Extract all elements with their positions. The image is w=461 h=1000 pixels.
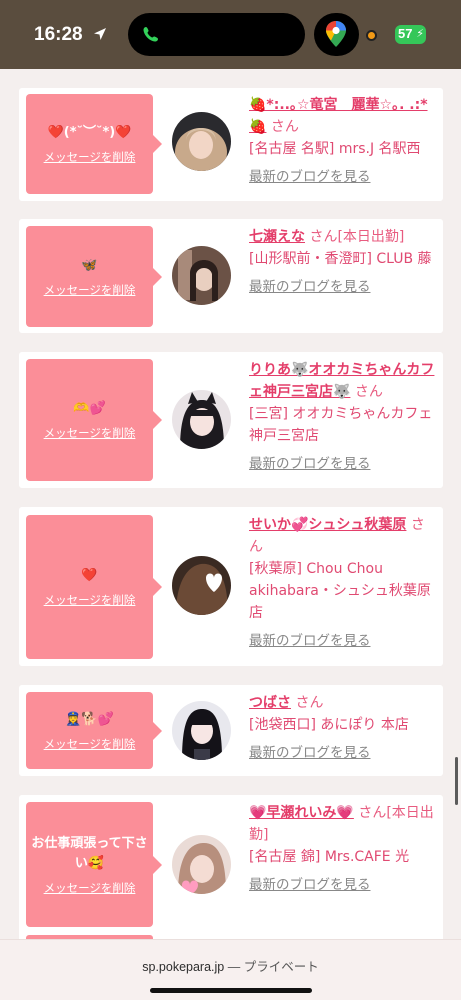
delete-message-link[interactable]: メッセージを削除 [44,282,136,298]
avatar[interactable] [172,701,231,760]
shop-name: [秋葉原] Chou Chou akihabara・シュシュ秋葉原店 [249,561,431,621]
cast-name-link[interactable]: つばさ [249,695,291,711]
delete-message-link[interactable]: メッセージを削除 [44,736,136,752]
cast-info: 七瀬えな さん[本日出勤] [山形駅前・香澄町] CLUB 藤 最新のブログを見… [249,226,435,298]
latest-blog-link[interactable]: 最新のブログを見る [249,276,435,298]
cast-info: 💗早瀬れいみ💗 さん[本日出勤] [名古屋 錦] Mrs.CAFE 光 最新のブ… [249,802,435,896]
recording-indicator [366,30,377,41]
cast-honorific: さん [295,695,324,711]
message-text: 🦋 [81,257,98,273]
cast-info: せいか💞シュシュ秋葉原 さん [秋葉原] Chou Chou akihabara… [249,514,435,652]
message-text: 🫶💕 [73,401,106,416]
home-indicator[interactable] [150,988,312,993]
message-card: ❤️ メッセージを削除 せいか💞シュシュ秋葉原 さん [秋葉原] Chou Ch… [19,507,443,666]
browser-address-bar[interactable]: sp.pokepara.jp — プライベート [0,939,461,1000]
shop-name: [池袋西口] あにぽり 本店 [249,717,409,733]
message-bubble: 👮‍♀️🐕💕 メッセージを削除 [26,692,162,769]
message-bubble: 🦋 メッセージを削除 [26,226,162,327]
cast-name-link[interactable]: せいか💞シュシュ秋葉原 [249,517,406,533]
url-separator: — [224,960,244,974]
avatar[interactable] [172,246,231,305]
address-bar-text[interactable]: sp.pokepara.jp — プライベート [0,956,461,975]
scrollbar[interactable] [455,757,458,805]
avatar[interactable] [172,390,231,449]
message-text: ❤️(*˘︶˘*)❤️ [47,125,132,140]
status-bar: 16:28 57 ⚡ [0,0,461,69]
message-card: 🦋 メッセージを削除 七瀬えな さん[本日出勤] [山形駅前・香澄町] CLUB… [19,219,443,333]
cast-info: りりあ🐺オオカミちゃんカフェ神戸三宮店🐺 さん [三宮] オオカミちゃんカフェ神… [249,359,435,475]
favorites-message-list[interactable]: ❤️(*˘︶˘*)❤️ メッセージを削除 🍓*:..｡☆竜宮 麗華☆｡. .:*… [0,69,461,939]
battery-level: 57 [398,26,413,41]
message-card: お仕事頑張って下さい🥰 メッセージを削除 💗早瀬れいみ💗 さん[本日出勤] [名… [19,795,443,934]
message-card: ❤️(*˘︶˘*)❤️ メッセージを削除 🍓*:..｡☆竜宮 麗華☆｡. .:*… [19,88,443,201]
message-text: 👮‍♀️🐕💕 [65,711,114,727]
message-text: お仕事頑張って下さい🥰 [31,835,148,871]
latest-blog-link[interactable]: 最新のブログを見る [249,874,435,896]
cast-name-link[interactable]: 七瀬えな [249,229,305,245]
shop-name: [名古屋 名駅] mrs.J 名駅西 [249,141,421,157]
message-bubble: ❤️ メッセージを削除 [26,515,162,659]
latest-blog-link[interactable]: 最新のブログを見る [249,453,435,475]
message-bubble: 🫶💕 メッセージを削除 [26,359,162,481]
url-text: sp.pokepara.jp [142,960,225,974]
cast-info: 🍓*:..｡☆竜宮 麗華☆｡. .:* 🍓 さん [名古屋 名駅] mrs.J … [249,94,435,188]
message-bubble: お仕事頑張って下さい🥰 メッセージを削除 [26,802,162,927]
cast-name-link[interactable]: 💗早瀬れいみ💗 [249,805,354,821]
message-card: 🫶💕 メッセージを削除 りりあ🐺オオカミちゃんカフェ神戸三宮店🐺 さん [三宮]… [19,352,443,488]
charging-bolt-icon: ⚡ [416,27,424,40]
latest-blog-link[interactable]: 最新のブログを見る [249,630,435,652]
latest-blog-link[interactable]: 最新のブログを見る [249,742,435,764]
cast-info: つばさ さん [池袋西口] あにぽり 本店 最新のブログを見る [249,692,435,764]
battery-indicator: 57 ⚡ [395,25,426,44]
shop-name: [山形駅前・香澄町] CLUB 藤 [249,251,432,267]
message-card: 👮‍♀️🐕💕 メッセージを削除 つばさ さん [池袋西口] あにぽり 本店 最新… [19,685,443,776]
status-time: 16:28 [34,24,83,45]
private-mode-label: プライベート [243,960,319,974]
message-bubble: ❤️(*˘︶˘*)❤️ メッセージを削除 [26,94,162,194]
cast-honorific: さん [354,384,383,400]
message-text: ❤️ [81,568,98,583]
google-maps-icon [326,21,346,47]
delete-message-link[interactable]: メッセージを削除 [44,880,136,896]
avatar[interactable] [172,835,231,894]
cast-honorific: さん [270,119,299,135]
delete-message-link[interactable]: メッセージを削除 [44,149,136,165]
latest-blog-link[interactable]: 最新のブログを見る [249,166,435,188]
avatar[interactable] [172,556,231,615]
avatar[interactable] [172,112,231,171]
phone-call-icon[interactable] [142,25,160,43]
delete-message-link[interactable]: メッセージを削除 [44,592,136,608]
cast-name-link[interactable]: りりあ🐺オオカミちゃんカフェ神戸三宮店🐺 [249,362,434,400]
shop-name: [名古屋 錦] Mrs.CAFE 光 [249,849,410,865]
shop-name: [三宮] オオカミちゃんカフェ神戸三宮店 [249,406,433,444]
cast-honorific: さん[本日出勤] [309,229,405,245]
delete-message-link[interactable]: メッセージを削除 [44,425,136,441]
location-arrow-icon [94,28,106,40]
